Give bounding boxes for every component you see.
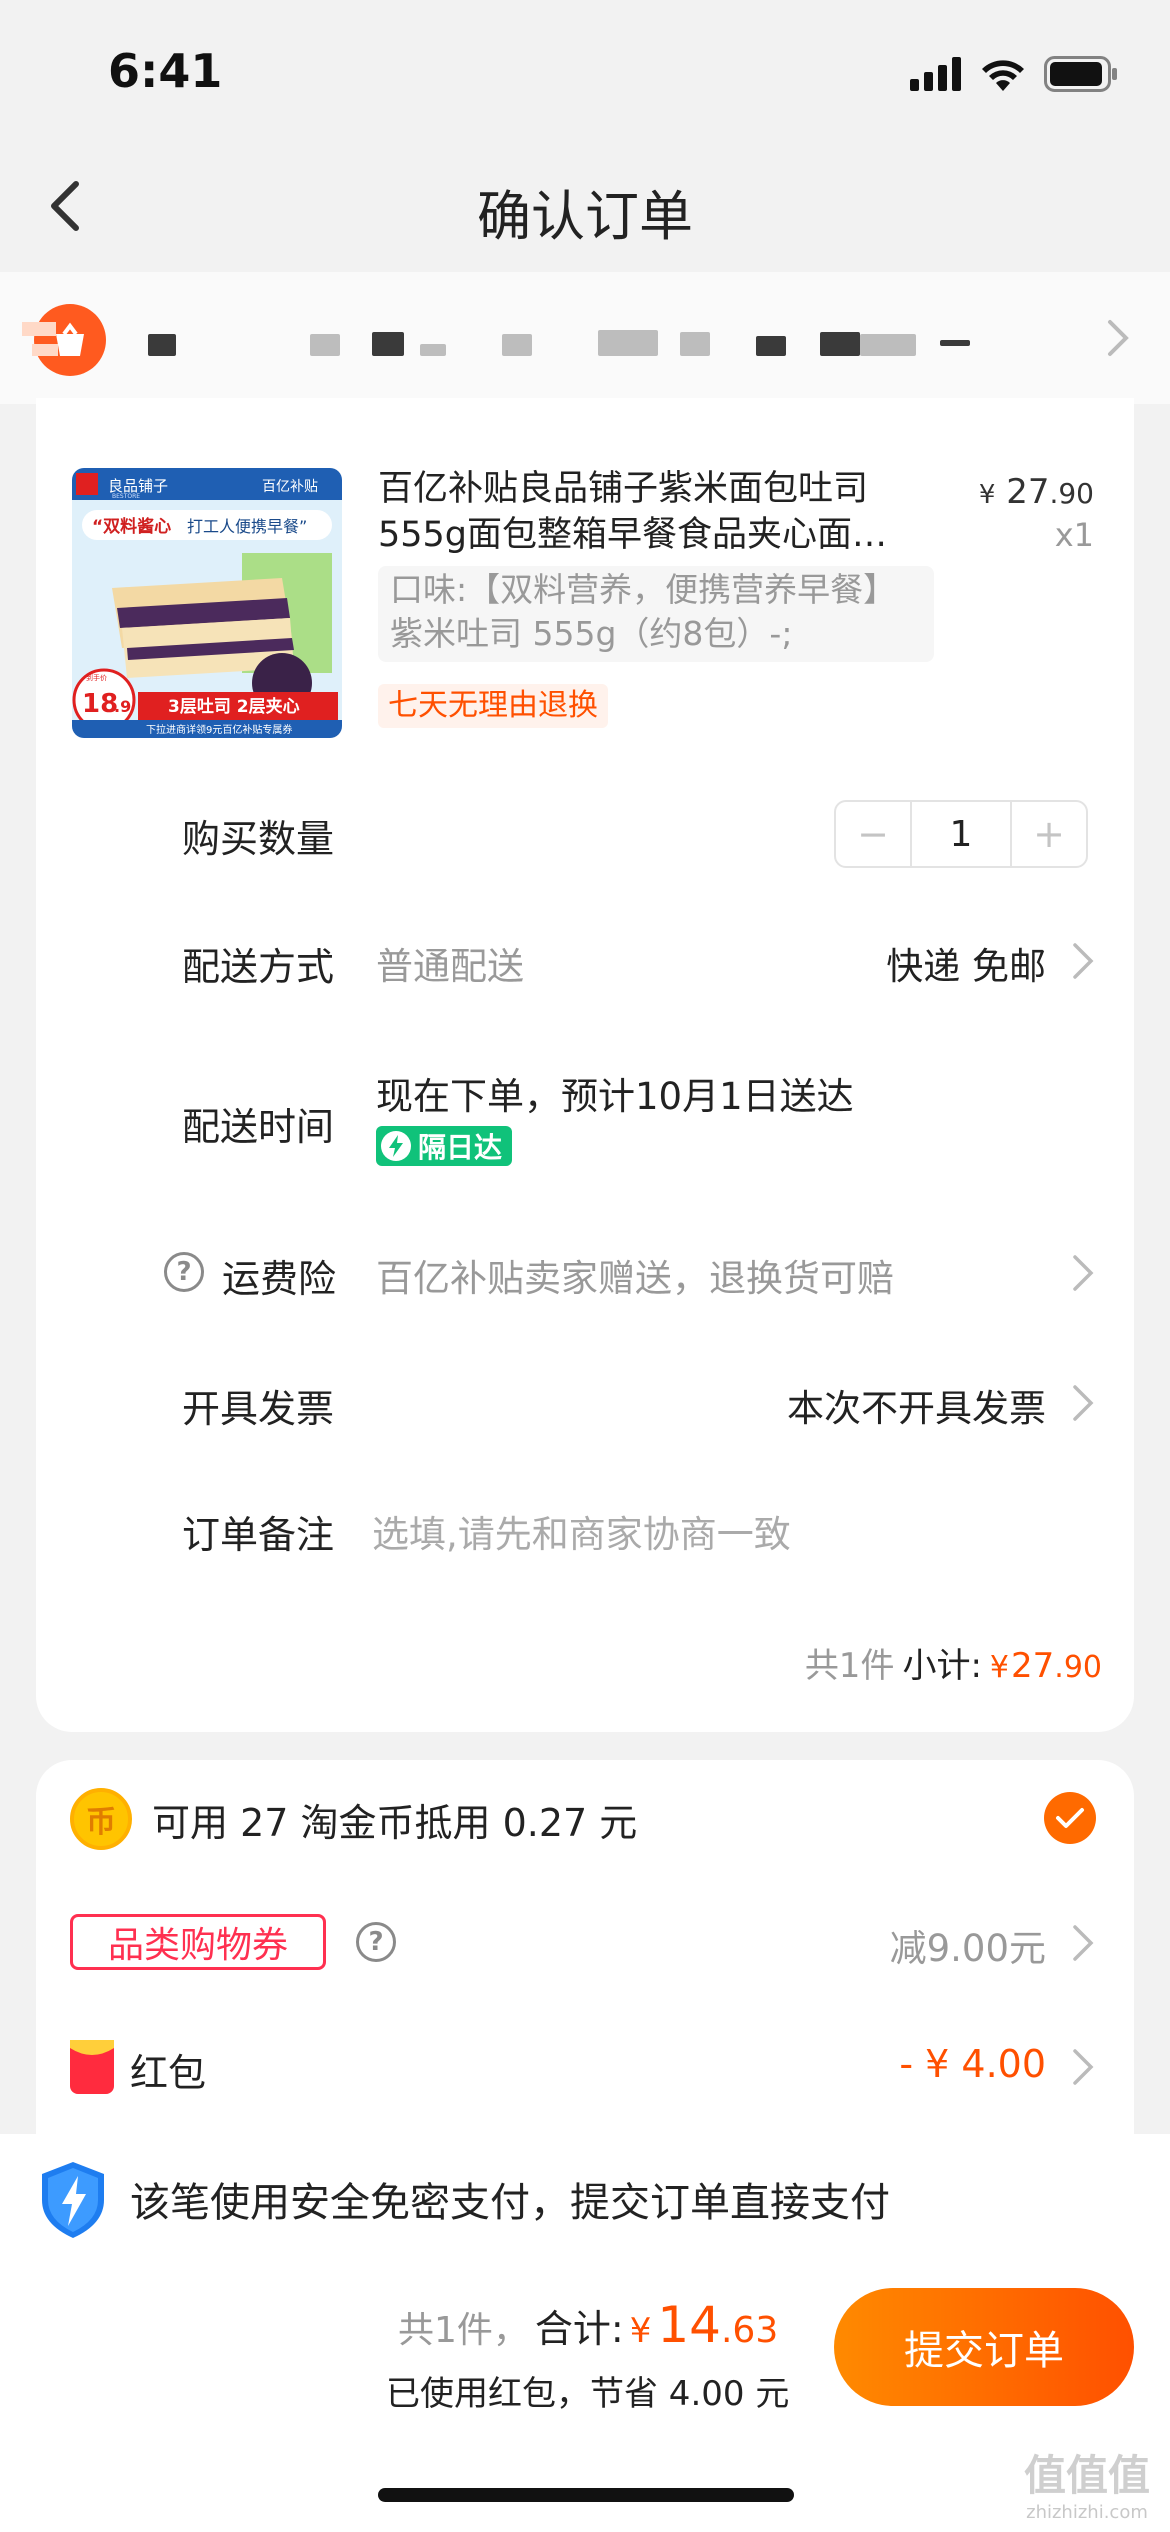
product-title[interactable]: 百亿补贴良品铺子紫米面包吐司555g面包整箱早餐食品夹心面… (378, 466, 938, 558)
status-icons (910, 54, 1118, 94)
coins-text: 可用 27 淘金币抵用 0.27 元 (152, 1801, 638, 1845)
checkmark-icon[interactable] (1044, 1792, 1096, 1844)
product-quantity: x1 (1054, 516, 1094, 554)
help-icon[interactable]: ? (164, 1252, 204, 1292)
subtotal: 共1件 小计: ¥ 27.90 (804, 1646, 1102, 1686)
red-packet-icon (70, 2040, 114, 2094)
coupon-tag: 品类购物券 (70, 1914, 326, 1970)
insurance-text: 百亿补贴卖家赠送，退换货可赔 (376, 1257, 894, 1300)
svg-text:zhizhizhi.com: zhizhizhi.com (1026, 2502, 1148, 2523)
battery-icon (1044, 56, 1117, 92)
delivery-time-label: 配送时间 (182, 1105, 335, 1149)
quantity-stepper: − 1 + (834, 800, 1088, 868)
delivery-type: 普通配送 (376, 945, 524, 988)
redpacket-label: 红包 (130, 2051, 207, 2095)
product-image[interactable]: 良品铺子 BESTORE 百亿补贴 “双料酱心 打工人便携早餐” 到手价 18 … (72, 468, 342, 738)
quantity-plus-button[interactable]: + (1012, 802, 1086, 866)
invoice-label: 开具发票 (182, 1387, 335, 1431)
svg-text:百亿补贴: 百亿补贴 (262, 479, 318, 495)
insurance-label: 运费险 (222, 1257, 337, 1301)
coupon-help-icon[interactable]: ? (356, 1922, 396, 1962)
note-label: 订单备注 (182, 1513, 335, 1557)
redpacket-chevron-icon (1073, 2049, 1094, 2085)
watermark-logo: 值值值 zhizhizhi.com (1024, 2451, 1150, 2523)
status-time: 6:41 (108, 44, 223, 98)
invoice-value: 本次不开具发票 (787, 1387, 1046, 1430)
svg-text:到手价: 到手价 (86, 673, 107, 682)
submit-order-button[interactable]: 提交订单 (834, 2288, 1134, 2406)
svg-text:3层吐司 2层夹心: 3层吐司 2层夹心 (168, 696, 300, 717)
svg-text:打工人便携早餐”: 打工人便携早餐” (187, 517, 307, 536)
address-chevron-icon (1108, 320, 1129, 356)
svg-text:18: 18 (82, 689, 118, 719)
coin-icon: 币 (70, 1788, 132, 1850)
svg-text:BESTORE: BESTORE (112, 493, 140, 500)
quantity-value[interactable]: 1 (910, 802, 1012, 866)
saved-text: 已使用红包，节省 4.00 元 (386, 2374, 790, 2414)
product-price: ¥ 27.90 (978, 472, 1094, 512)
svg-text:.9: .9 (114, 697, 131, 716)
delivery-chevron-icon (1073, 943, 1094, 979)
return-policy-tag: 七天无理由退换 (378, 684, 608, 728)
invoice-chevron-icon (1073, 1385, 1094, 1421)
svg-text:值值值: 值值值 (1024, 2451, 1150, 2500)
delivery-label: 配送方式 (182, 945, 335, 989)
svg-text:“双料酱心: “双料酱心 (92, 516, 171, 537)
home-indicator[interactable] (378, 2488, 794, 2502)
delivery-time-text: 现在下单，预计10月1日送达 (376, 1075, 854, 1118)
quantity-minus-button[interactable]: − (836, 802, 910, 866)
delivery-value: 快递 免邮 (886, 945, 1046, 988)
page-title: 确认订单 (477, 185, 693, 248)
coupon-chevron-icon (1073, 1925, 1094, 1961)
svg-text:下拉进商详领9元百亿补贴专属券: 下拉进商详领9元百亿补贴专属券 (146, 723, 292, 736)
lightning-icon (381, 1131, 411, 1161)
wifi-icon (982, 60, 1024, 91)
shield-icon (42, 2162, 104, 2238)
redpacket-value: - ¥ 4.00 (899, 2042, 1046, 2086)
store-logo-icon (22, 300, 108, 376)
coupon-value: 减9.00元 (889, 1927, 1046, 1970)
product-sku[interactable]: 口味:【双料营养，便携营养早餐】紫米吐司 555g（约8包）-; (378, 566, 934, 662)
signal-icon (910, 57, 961, 91)
note-input[interactable]: 选填,请先和商家协商一致 (372, 1504, 791, 1558)
secure-payment-text: 该笔使用安全免密支付，提交订单直接支付 (130, 2180, 890, 2226)
total-amount: 共1件， 合计: ¥ 14.63 (398, 2296, 779, 2354)
next-day-badge: 隔日达 (376, 1126, 513, 1166)
quantity-label: 购买数量 (182, 817, 335, 861)
insurance-chevron-icon (1073, 1255, 1094, 1291)
